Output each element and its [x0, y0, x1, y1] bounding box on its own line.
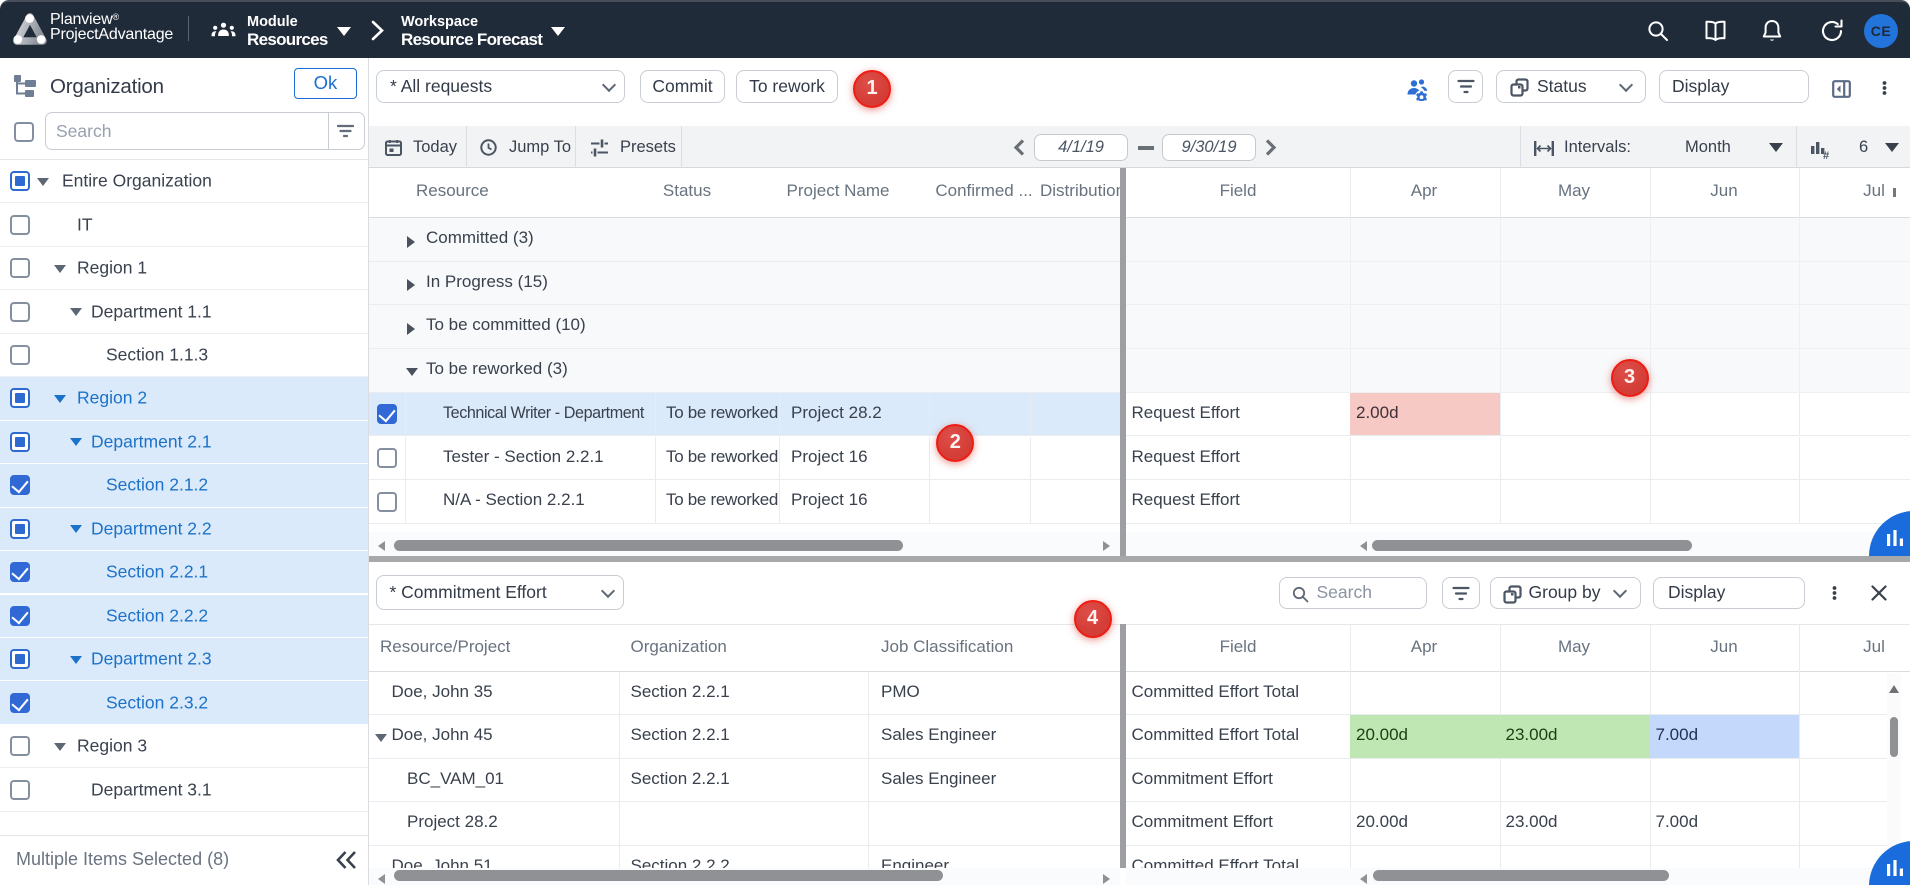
svg-text:#: #	[1823, 150, 1829, 159]
